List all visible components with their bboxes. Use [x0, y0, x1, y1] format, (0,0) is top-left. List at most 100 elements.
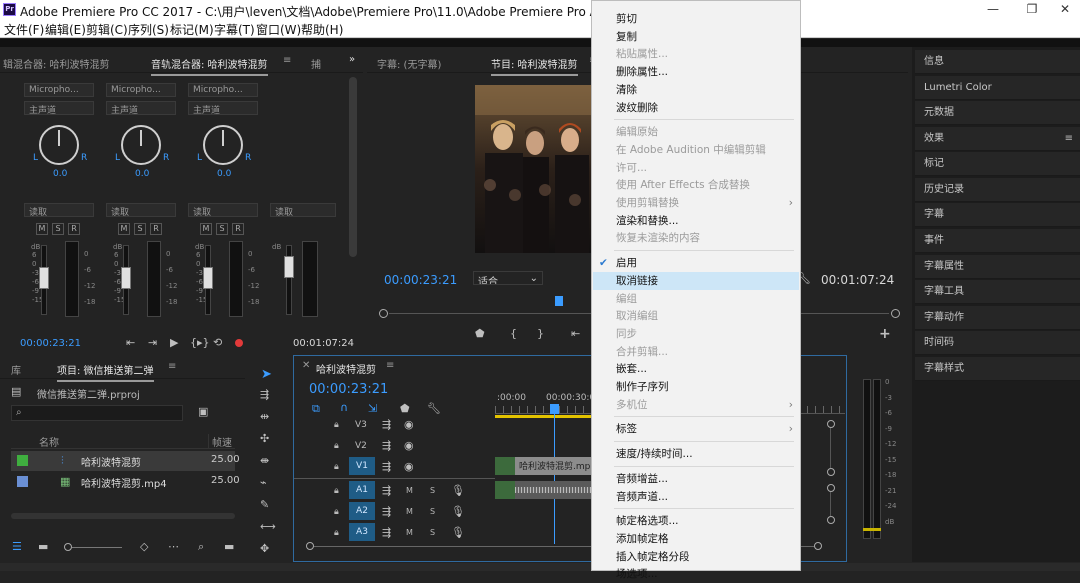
track-a2-label[interactable]: A2: [349, 502, 375, 520]
automate-icon[interactable]: ⋯: [168, 540, 179, 553]
audio-vscroll[interactable]: [830, 492, 831, 516]
ripple-edit-tool-icon[interactable]: ⇹: [260, 410, 269, 423]
context-menu-item[interactable]: 波纹删除: [593, 99, 799, 117]
panel-title-actions[interactable]: 字幕动作: [915, 306, 1080, 330]
slip-tool-icon[interactable]: ✎: [260, 498, 269, 511]
video-clip[interactable]: 哈利波特混剪.mp: [495, 457, 591, 475]
lock-icon[interactable]: 🔒︎: [334, 441, 339, 451]
label-color-swatch[interactable]: [17, 476, 28, 487]
volume-fader[interactable]: [39, 267, 49, 289]
mute-button[interactable]: M: [406, 507, 413, 516]
a-scroll-bottom[interactable]: [827, 516, 835, 524]
solo-button[interactable]: S: [430, 528, 435, 537]
panel-events[interactable]: 事件: [915, 229, 1080, 253]
mute-button[interactable]: M: [200, 223, 212, 235]
mark-out-icon[interactable]: }: [537, 327, 544, 340]
project-hscrollbar[interactable]: [11, 513, 235, 519]
loop-icon[interactable]: {▸}: [190, 336, 210, 349]
volume-fader[interactable]: [121, 267, 131, 289]
context-menu-item[interactable]: 启用 ✔: [593, 254, 799, 272]
context-menu-item[interactable]: 插入帧定格分段: [593, 548, 799, 566]
tab-program[interactable]: 节目: 哈利波特混剪: [491, 56, 578, 76]
v-scroll-bottom[interactable]: [827, 468, 835, 476]
add-button[interactable]: +: [879, 326, 891, 342]
context-menu-item[interactable]: 制作子序列: [593, 378, 799, 396]
track-select-tool-icon[interactable]: ⇶: [260, 388, 269, 401]
snap-icon[interactable]: ∩: [340, 401, 348, 414]
project-item-clip[interactable]: ▦ 哈利波特混剪.mp4 25.00: [11, 472, 240, 492]
panel-effects[interactable]: 效果 ≡: [915, 127, 1080, 151]
new-bin-icon[interactable]: ▬: [224, 540, 234, 553]
master-volume-fader[interactable]: [284, 256, 294, 278]
selection-tool-icon[interactable]: ➤: [261, 367, 272, 382]
record-button[interactable]: R: [68, 223, 80, 235]
microphone-icon[interactable]: 🎙︎: [451, 505, 465, 518]
context-menu-item[interactable]: 音频声道...: [593, 488, 799, 506]
expand-icon[interactable]: »: [349, 54, 355, 65]
menu-file[interactable]: 文件(F): [4, 21, 44, 38]
context-menu-item[interactable]: 复制: [593, 28, 799, 46]
mute-button[interactable]: M: [406, 486, 413, 495]
zoom-slider-handle[interactable]: [64, 543, 72, 551]
eye-icon[interactable]: ◉: [404, 418, 414, 431]
audio-clip[interactable]: [495, 481, 591, 499]
project-menu-icon[interactable]: ≡: [168, 361, 176, 372]
add-marker-icon[interactable]: ⬟: [475, 327, 485, 340]
track-a3-label[interactable]: A3: [349, 523, 375, 541]
zoom-slider[interactable]: [72, 547, 122, 548]
solo-button[interactable]: S: [52, 223, 64, 235]
panel-lumetri-color[interactable]: Lumetri Color: [915, 76, 1080, 100]
icon-view-icon[interactable]: ▬: [38, 540, 48, 553]
context-menu-item[interactable]: 音频增益...: [593, 470, 799, 488]
find-icon[interactable]: ⌕: [198, 540, 204, 554]
sync-lock-icon[interactable]: ⇶: [382, 439, 391, 452]
panel-title-properties[interactable]: 字幕属性: [915, 255, 1080, 279]
tab-capture[interactable]: 捕: [311, 56, 321, 71]
mark-in-icon[interactable]: {: [510, 327, 517, 340]
track-v1-label[interactable]: V1: [349, 457, 375, 475]
lock-icon[interactable]: 🔒︎: [334, 462, 339, 472]
program-video-frame[interactable]: [475, 85, 591, 253]
a-scroll-top[interactable]: [827, 484, 835, 492]
tab-captions[interactable]: 字幕: (无字幕): [377, 56, 441, 71]
pan-knob[interactable]: [39, 125, 79, 165]
mixer-scrollbar[interactable]: [349, 77, 357, 257]
automation-mode-select[interactable]: 读取: [24, 203, 94, 217]
sync-lock-icon[interactable]: ⇶: [382, 460, 391, 473]
menu-marker[interactable]: 标记(M): [170, 21, 214, 38]
timeline-menu-icon[interactable]: ≡: [386, 360, 394, 371]
menu-window[interactable]: 窗口(W): [256, 21, 301, 38]
panel-title-styles[interactable]: 字幕样式: [915, 357, 1080, 381]
lock-icon[interactable]: 🔒︎: [334, 486, 339, 496]
context-menu-item[interactable]: 剪切: [593, 10, 799, 28]
menu-help[interactable]: 帮助(H): [301, 21, 343, 38]
panel-metadata[interactable]: 元数据: [915, 101, 1080, 125]
mute-button[interactable]: M: [406, 528, 413, 537]
sort-icon[interactable]: ◇: [140, 540, 148, 553]
mute-button[interactable]: M: [118, 223, 130, 235]
pan-knob[interactable]: [203, 125, 243, 165]
track-v2-label[interactable]: V2: [355, 441, 367, 451]
automation-mode-select[interactable]: 读取: [270, 203, 336, 217]
automation-mode-select[interactable]: 读取: [106, 203, 176, 217]
context-menu-item[interactable]: 清除: [593, 81, 799, 99]
record-button[interactable]: R: [232, 223, 244, 235]
project-item-sequence[interactable]: ⫶ 哈利波特混剪 25.00: [11, 451, 240, 471]
context-menu-item[interactable]: 嵌套...: [593, 360, 799, 378]
zoom-fit-select[interactable]: 适合 ⌄: [473, 271, 543, 285]
razor-tool-icon[interactable]: ⌁: [260, 476, 267, 489]
column-framerate[interactable]: 帧速: [208, 434, 232, 449]
track-v3-label[interactable]: V3: [355, 420, 367, 430]
sync-lock-icon[interactable]: ⇶: [382, 526, 391, 539]
sync-lock-icon[interactable]: ⇶: [382, 505, 391, 518]
pan-knob[interactable]: [121, 125, 161, 165]
panel-title-tools[interactable]: 字幕工具: [915, 280, 1080, 304]
panel-history[interactable]: 历史记录: [915, 178, 1080, 202]
play-icon[interactable]: ▶: [170, 336, 178, 349]
context-menu-item[interactable]: 删除属性...: [593, 63, 799, 81]
microphone-icon[interactable]: 🎙︎: [451, 526, 465, 539]
record-button[interactable]: R: [150, 223, 162, 235]
menu-clip[interactable]: 剪辑(C): [86, 21, 128, 38]
tab-libraries[interactable]: 库: [11, 362, 21, 377]
input-select[interactable]: Microphо...: [106, 83, 176, 97]
